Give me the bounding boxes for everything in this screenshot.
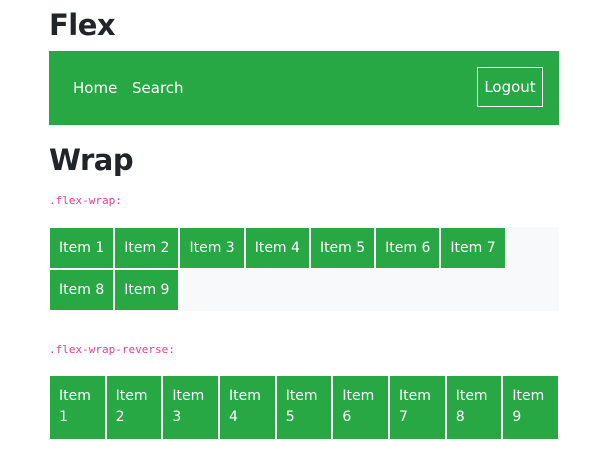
flex-item: Item 7 xyxy=(440,227,506,269)
logout-button[interactable]: Logout xyxy=(477,67,543,107)
flex-wrap-container: Item 1 Item 2 Item 3 Item 4 Item 5 Item … xyxy=(49,227,559,311)
page-title: Flex xyxy=(49,8,116,42)
flex-item: Item 8 xyxy=(445,375,503,440)
nav-link-home[interactable]: Home xyxy=(73,79,117,97)
flex-item: Item 2 xyxy=(114,227,180,269)
code-label-flex-wrap: .flex-wrap: xyxy=(49,194,122,207)
navbar: Home Search Logout xyxy=(49,51,559,125)
code-label-flex-wrap-reverse: .flex-wrap-reverse: xyxy=(49,343,175,356)
nav-link-search[interactable]: Search xyxy=(132,79,184,97)
flex-item: Item 9 xyxy=(502,375,560,440)
section-title: Wrap xyxy=(49,143,134,177)
flex-item: Item 6 xyxy=(375,227,441,269)
flex-item: Item 5 xyxy=(275,375,333,440)
flex-item: Item 3 xyxy=(179,227,245,269)
flex-item: Item 6 xyxy=(332,375,390,440)
flex-item: Item 1 xyxy=(49,227,115,269)
flex-item: Item 1 xyxy=(49,375,106,440)
flex-item: Item 5 xyxy=(309,227,376,269)
flex-item: Item 4 xyxy=(219,375,276,440)
flex-wrap-reverse-container: Item 1 Item 2 Item 3 Item 4 Item 5 Item … xyxy=(49,375,560,440)
flex-item: Item 2 xyxy=(105,375,163,440)
flex-item: Item 9 xyxy=(114,269,180,311)
flex-item: Item 7 xyxy=(389,375,446,440)
flex-item: Item 3 xyxy=(162,375,220,440)
flex-item: Item 4 xyxy=(244,227,310,269)
flex-item: Item 8 xyxy=(49,269,115,311)
